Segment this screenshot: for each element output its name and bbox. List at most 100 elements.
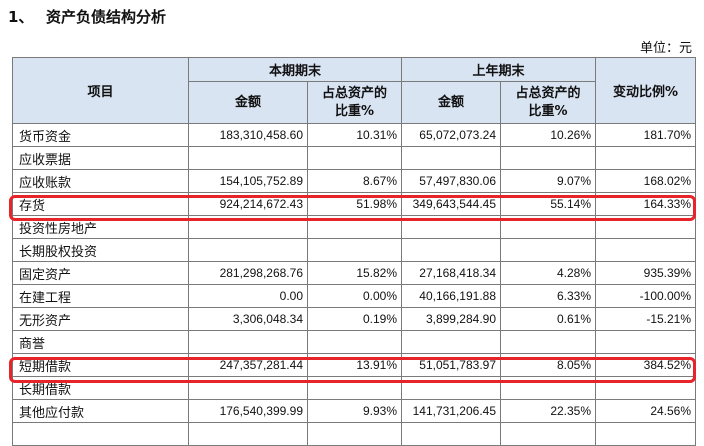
cell-prev-amount — [401, 238, 502, 262]
cell-cur-amount: 3,306,048.34 — [188, 307, 308, 331]
header-item: 项目 — [12, 57, 189, 124]
header-current-amount: 金额 — [188, 81, 308, 124]
row-label: 货币资金 — [12, 123, 189, 147]
cell-cur-amount — [188, 330, 308, 354]
header-ratio-line1: 占总资产的 — [322, 85, 388, 101]
cell-cur-ratio — [306, 146, 403, 170]
cell-prev-ratio: 9.07% — [500, 169, 597, 193]
cell-prev-amount — [401, 330, 502, 354]
cell-prev-ratio: 6.33% — [500, 284, 597, 308]
cell-cur-amount — [188, 376, 308, 400]
cell-change: 935.39% — [595, 261, 697, 285]
cell-cur-ratio — [306, 238, 403, 262]
cell-change: 164.33% — [595, 192, 697, 216]
cell-prev-amount: 141,731,206.45 — [401, 399, 502, 423]
cell-cur-amount — [188, 146, 308, 170]
cell-cur-ratio: 0.00% — [306, 284, 403, 308]
header-change: 变动比例% — [595, 57, 697, 124]
table-row: 投资性房地产 — [12, 215, 697, 239]
cell-prev-amount: 65,072,073.24 — [401, 123, 502, 147]
header-prior-ratio: 占总资产的比重% — [500, 81, 597, 124]
table-row: 在建工程 0.00 0.00% 40,166,191.88 6.33% -100.00% — [12, 284, 697, 308]
cell-prev-amount — [401, 376, 502, 400]
cell-change: 384.52% — [595, 353, 697, 377]
cell-prev-amount: 51,051,783.97 — [401, 353, 502, 377]
cell-cur-amount: 154,105,752.89 — [188, 169, 308, 193]
row-label: 应收账款 — [12, 169, 189, 193]
table-row: 应收票据 — [12, 146, 697, 170]
cell-cur-ratio: 9.93% — [306, 399, 403, 423]
cell-cur-amount: 183,310,458.60 — [188, 123, 308, 147]
table-row: 长期股权投资 — [12, 238, 697, 262]
cell-cur-ratio — [306, 376, 403, 400]
cell-change: 24.56% — [595, 399, 697, 423]
cell-prev-ratio: 55.14% — [500, 192, 597, 216]
cell-cur-ratio: 8.67% — [306, 169, 403, 193]
row-label: 投资性房地产 — [12, 215, 189, 239]
cell-cur-amount: 0.00 — [188, 284, 308, 308]
row-label: 商誉 — [12, 330, 189, 354]
header-current-ratio: 占总资产的比重% — [306, 81, 403, 124]
cell-prev-amount — [401, 422, 502, 446]
balance-sheet-table: 项目 本期期末 上年期末 变动比例% 金额 占总资产的比重% 金额 占总资产的比… — [12, 57, 697, 446]
cell-cur-ratio: 15.82% — [306, 261, 403, 285]
row-label: 长期借款 — [12, 376, 189, 400]
table-row: 存货 924,214,672.43 51.98% 349,643,544.45 55.1… — [12, 192, 697, 216]
cell-cur-ratio: 13.91% — [306, 353, 403, 377]
cell-cur-ratio: 51.98% — [306, 192, 403, 216]
cell-prev-ratio — [500, 330, 597, 354]
table-row: 固定资产 281,298,268.76 15.82% 27,168,418.34 4.2… — [12, 261, 697, 285]
table-row: 短期借款 247,357,281.44 13.91% 51,051,783.97 8.0… — [12, 353, 697, 377]
table-row: 货币资金 183,310,458.60 10.31% 65,072,073.24 10.… — [12, 123, 697, 147]
row-label: 无形资产 — [12, 307, 189, 331]
cell-change — [595, 215, 697, 239]
cell-cur-amount: 924,214,672.43 — [188, 192, 308, 216]
section-title: 资产负债结构分析 — [46, 8, 167, 26]
cell-prev-amount: 40,166,191.88 — [401, 284, 502, 308]
row-label — [12, 422, 189, 446]
cell-prev-ratio — [500, 422, 597, 446]
cell-cur-amount — [188, 215, 308, 239]
cell-cur-amount: 176,540,399.99 — [188, 399, 308, 423]
row-label: 其他应付款 — [12, 399, 189, 423]
section-heading: 1、 资产负债结构分析 — [8, 6, 166, 27]
header-current-period: 本期期末 — [187, 57, 403, 82]
cell-change: -100.00% — [595, 284, 697, 308]
cell-cur-ratio — [306, 215, 403, 239]
cell-prev-amount: 3,899,284.90 — [401, 307, 502, 331]
table-row: 其他应付款 176,540,399.99 9.93% 141,731,206.45 22… — [12, 399, 697, 423]
cell-prev-amount — [401, 215, 502, 239]
row-label: 在建工程 — [12, 284, 189, 308]
cell-prev-ratio — [500, 215, 597, 239]
header-prior-amount: 金额 — [401, 81, 502, 124]
header-ratio-line2: 比重% — [528, 103, 568, 119]
cell-prev-ratio: 8.05% — [500, 353, 597, 377]
section-number: 1、 — [8, 8, 34, 26]
cell-prev-amount: 57,497,830.06 — [401, 169, 502, 193]
row-label: 固定资产 — [12, 261, 189, 285]
cell-cur-amount — [188, 238, 308, 262]
table-row: 应收账款 154,105,752.89 8.67% 57,497,830.06 9.07… — [12, 169, 697, 193]
cell-change: 181.70% — [595, 123, 697, 147]
cell-prev-ratio: 10.26% — [500, 123, 597, 147]
header-prior-period: 上年期末 — [401, 57, 597, 82]
cell-change — [595, 146, 697, 170]
row-label: 应收票据 — [12, 146, 189, 170]
table-row: 无形资产 3,306,048.34 0.19% 3,899,284.90 0.61% -1… — [12, 307, 697, 331]
cell-cur-ratio — [306, 422, 403, 446]
cell-change — [595, 422, 697, 446]
cell-change — [595, 238, 697, 262]
header-ratio-line1: 占总资产的 — [515, 85, 581, 101]
cell-prev-amount: 27,168,418.34 — [401, 261, 502, 285]
row-label: 短期借款 — [12, 353, 189, 377]
cell-change: -15.21% — [595, 307, 697, 331]
header-ratio-line2: 比重% — [334, 103, 375, 119]
cell-prev-ratio: 4.28% — [500, 261, 597, 285]
cell-cur-amount: 281,298,268.76 — [188, 261, 308, 285]
cell-prev-ratio: 0.61% — [500, 307, 597, 331]
cell-prev-ratio — [500, 238, 597, 262]
cell-prev-ratio — [500, 146, 597, 170]
cell-prev-ratio — [500, 376, 597, 400]
cell-change — [595, 330, 697, 354]
row-label: 长期股权投资 — [12, 238, 189, 262]
